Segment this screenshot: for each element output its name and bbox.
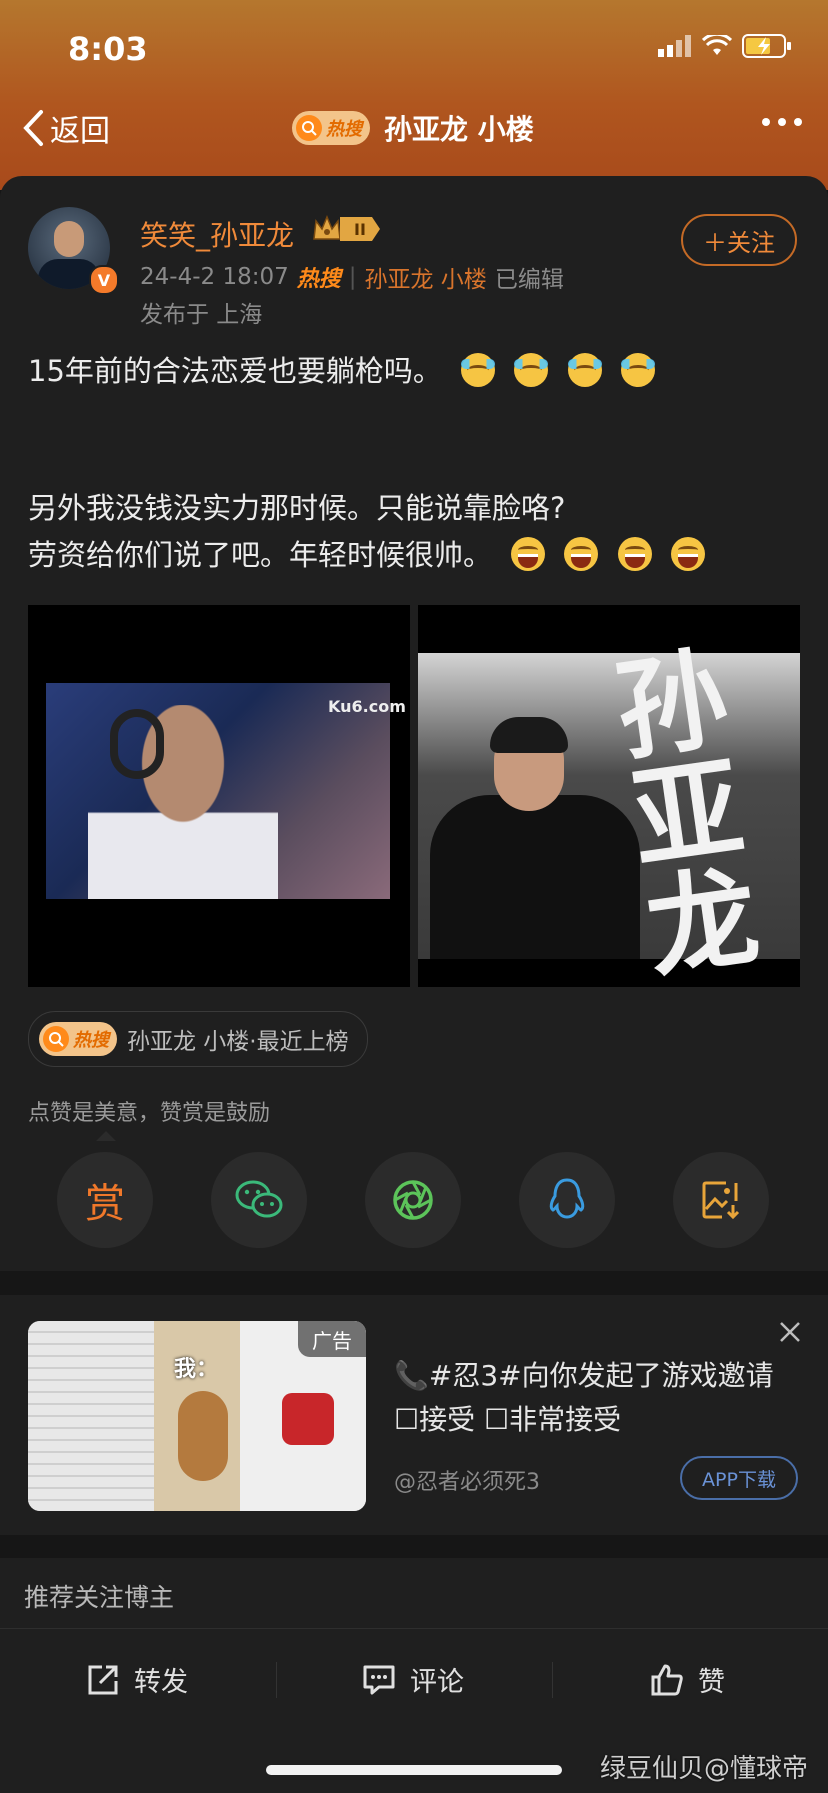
bar-divider	[276, 1662, 277, 1698]
close-icon[interactable]	[776, 1318, 804, 1346]
like-label: 赞	[698, 1667, 725, 1698]
grin-emoji-icon	[670, 537, 705, 571]
ad-headline-1: 📞#忍3#向你发起了游戏邀请	[394, 1359, 774, 1392]
reward-button[interactable]: 赏	[57, 1152, 153, 1248]
post-text-line-1: 15年前的合法恋爱也要躺枪吗。	[28, 348, 655, 390]
moments-share-button[interactable]	[365, 1152, 461, 1248]
like-button[interactable]: 赞	[650, 1660, 725, 1699]
meta-divider: |	[348, 264, 357, 290]
topic-chip[interactable]: 热搜 孙亚龙 小楼·最近上榜	[28, 1011, 368, 1067]
reward-label: 赏	[85, 1181, 125, 1227]
verified-badge-icon: V	[89, 265, 119, 295]
post-image-2[interactable]: 孙亚龙	[418, 605, 800, 987]
ad-image-caption: 我：	[174, 1357, 219, 1382]
crown-icon	[313, 215, 341, 240]
post-text-line-2: 另外我没钱没实力那时候。只能说靠脸咯?	[28, 491, 566, 525]
qq-penguin-icon	[549, 1178, 585, 1219]
watermark: 绿豆仙贝@懂球帝	[600, 1754, 809, 1784]
thumbs-up-icon	[651, 1664, 683, 1695]
nav-topic[interactable]: 热搜 孙亚龙 小楼	[292, 108, 534, 148]
comment-icon	[363, 1665, 395, 1694]
search-icon	[43, 1026, 69, 1052]
header-bar	[0, 0, 828, 190]
image-watermark: Ku6.com	[328, 697, 406, 716]
search-icon	[296, 115, 322, 141]
author-name[interactable]: 笑笑_孙亚龙	[140, 214, 294, 254]
post-meta: 24-4-2 18:07 热搜 | 孙亚龙 小楼 已编辑	[140, 260, 564, 294]
post-text-line-3: 劳资给你们说了吧。年轻时候很帅。	[28, 532, 705, 574]
comment-button[interactable]: 评论	[362, 1660, 464, 1699]
signal-icon	[658, 35, 691, 57]
repost-icon	[88, 1665, 118, 1694]
hot-search-label: 热搜	[326, 119, 362, 140]
laugh-cry-emoji-icon	[514, 353, 549, 387]
edited-label: 已编辑	[494, 267, 564, 293]
page-title: 孙亚龙 小楼	[384, 113, 534, 146]
back-label: 返回	[50, 114, 110, 149]
follow-label: ＋关注	[703, 228, 775, 257]
save-image-button[interactable]	[673, 1152, 769, 1248]
reward-hint: 点赞是美意，赞赏是鼓励	[28, 1101, 271, 1126]
wechat-icon	[235, 1180, 283, 1218]
moments-aperture-icon	[393, 1180, 433, 1220]
more-options-icon[interactable]	[762, 118, 802, 126]
topic-chip-label: 孙亚龙 小楼·最近上榜	[127, 1029, 349, 1055]
post-location: 发布于 上海	[140, 302, 263, 328]
grin-emoji-icon	[564, 537, 599, 571]
bar-divider	[552, 1662, 553, 1698]
hot-search-badge: 热搜	[292, 111, 370, 145]
post-image-1[interactable]: Ku6.com	[28, 605, 410, 987]
laugh-cry-emoji-icon	[461, 353, 496, 387]
vip-level-badge: II	[312, 215, 380, 243]
grin-emoji-icon	[617, 537, 652, 571]
hot-search-label: 热搜	[73, 1030, 109, 1051]
ad-headline-2: ☐接受 ☐非常接受	[394, 1403, 622, 1436]
laugh-cry-emoji-icon	[620, 353, 655, 387]
comment-label: 评论	[410, 1667, 464, 1698]
hot-search-badge: 热搜	[39, 1022, 117, 1056]
post-line-3-text: 劳资给你们说了吧。年轻时候很帅。	[28, 538, 493, 572]
laugh-cry-emoji-icon	[567, 353, 602, 387]
meta-topic-link[interactable]: 孙亚龙 小楼	[365, 260, 487, 294]
qq-share-button[interactable]	[519, 1152, 615, 1248]
ad-tag: 广告	[298, 1321, 366, 1357]
chevron-left-icon	[23, 110, 43, 146]
status-icons	[658, 34, 792, 58]
repost-label: 转发	[134, 1667, 188, 1698]
follow-button[interactable]: ＋关注	[681, 214, 797, 266]
battery-icon	[742, 34, 791, 58]
wifi-icon	[702, 35, 732, 55]
post-time: 24-4-2 18:07	[140, 264, 289, 290]
recommend-title: 推荐关注博主	[24, 1583, 175, 1612]
back-button[interactable]: 返回	[22, 106, 110, 150]
post-line-1-text: 15年前的合法恋爱也要躺枪吗。	[28, 354, 442, 388]
grin-emoji-icon	[511, 537, 546, 571]
app-download-button[interactable]: APP下载	[680, 1456, 798, 1500]
reward-pointer	[96, 1131, 116, 1141]
save-image-icon	[702, 1181, 740, 1220]
status-time: 8:03	[68, 30, 148, 68]
hot-search-mark: 热搜	[296, 267, 341, 292]
ad-handle[interactable]: @忍者必须死3	[394, 1464, 540, 1496]
wechat-share-button[interactable]	[211, 1152, 307, 1248]
repost-button[interactable]: 转发	[86, 1660, 188, 1699]
home-indicator[interactable]	[266, 1765, 562, 1775]
vip-level: II	[340, 217, 380, 241]
